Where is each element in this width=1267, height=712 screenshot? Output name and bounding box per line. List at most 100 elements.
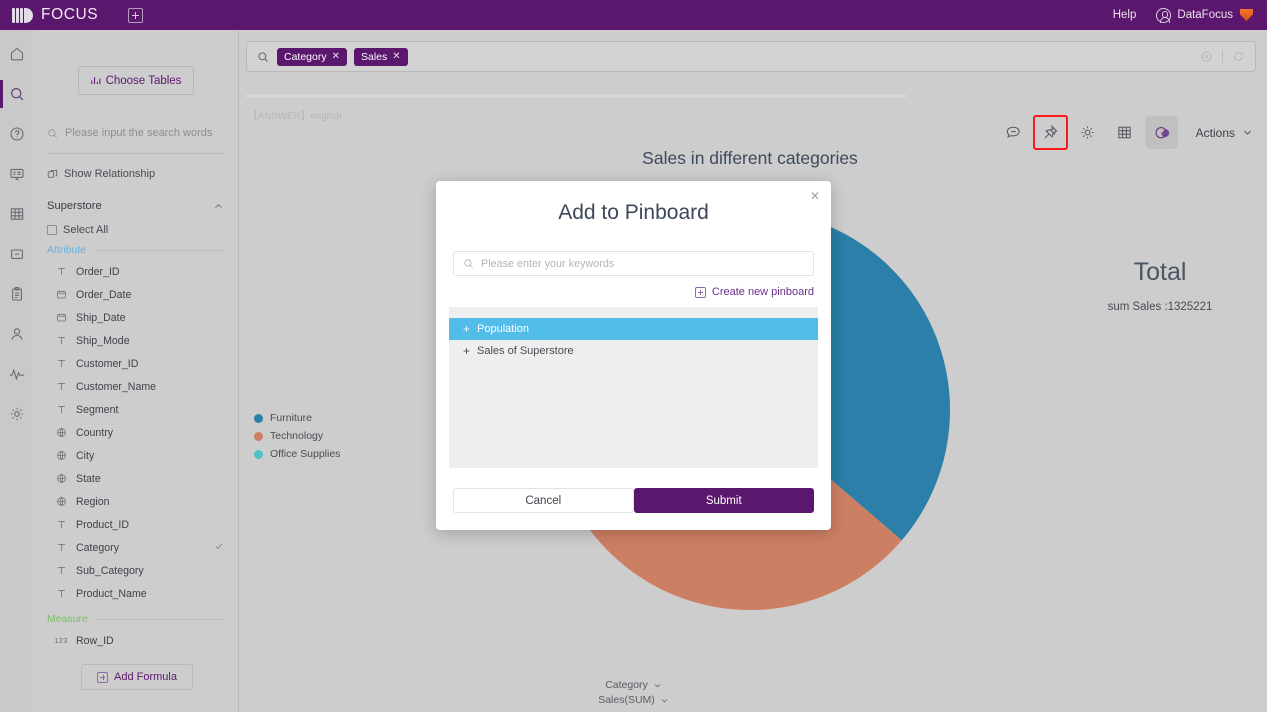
rail-item-tables[interactable]	[0, 200, 33, 228]
gear-icon	[1081, 126, 1094, 139]
chevron-down-icon	[654, 683, 661, 687]
home-icon	[10, 47, 23, 61]
add-formula-button[interactable]: Add Formula	[81, 664, 193, 690]
clipboard-icon	[11, 287, 22, 301]
field-item[interactable]: Ship_Mode	[33, 329, 238, 352]
chevron-down-icon	[661, 698, 668, 702]
minus-box-icon	[10, 249, 23, 259]
question-circle-icon	[9, 127, 24, 141]
field-label: Order_ID	[76, 265, 120, 278]
plus-square-icon[interactable]	[128, 7, 144, 23]
rail-item-tasks[interactable]	[0, 280, 33, 308]
field-item[interactable]: Product_Name	[33, 582, 238, 605]
field-item[interactable]: Ship_Date	[33, 306, 238, 329]
submit-button[interactable]: Submit	[633, 488, 814, 513]
field-item[interactable]: Customer_Name	[33, 375, 238, 398]
field-item[interactable]: Segment	[33, 398, 238, 421]
show-relationship-button[interactable]: Show Relationship	[47, 168, 224, 180]
pinboard-item-label: Population	[477, 323, 530, 335]
legend-item[interactable]: Office Supplies	[254, 448, 340, 460]
legend-color-swatch	[254, 413, 263, 423]
select-all-checkbox[interactable]: Select All	[47, 224, 224, 236]
close-icon[interactable]: ✕	[808, 189, 822, 203]
field-label: Row_ID	[76, 634, 114, 647]
remove-chip-icon[interactable]: ✕	[332, 51, 340, 62]
pinboard-list-item[interactable]: + Sales of Superstore	[449, 340, 818, 362]
pin-tool[interactable]	[1032, 115, 1068, 150]
pinboard-search-input[interactable]: Please enter your keywords	[453, 251, 814, 276]
text-type-icon	[53, 381, 69, 392]
clear-circle-icon[interactable]	[1200, 50, 1213, 63]
chart-settings-tool[interactable]	[1071, 116, 1104, 149]
checkbox-icon	[47, 225, 57, 235]
relationship-icon	[47, 169, 58, 178]
number-type-icon: 123	[54, 636, 68, 645]
divider	[1221, 50, 1223, 63]
rail-item-monitor[interactable]	[0, 360, 33, 388]
table-group-header[interactable]: Superstore	[47, 200, 224, 212]
rail-item-settings[interactable]	[0, 400, 33, 428]
field-item[interactable]: Category	[33, 536, 238, 559]
attribute-group-label: Attribute	[47, 244, 224, 256]
rail-item-help[interactable]	[0, 120, 33, 148]
field-label: Category	[76, 541, 119, 554]
field-item[interactable]: State	[33, 467, 238, 490]
monitor-icon	[9, 168, 24, 180]
rail-item-board[interactable]	[0, 160, 33, 188]
field-item[interactable]: Product_ID	[33, 513, 238, 536]
field-item[interactable]: Order_Date	[33, 283, 238, 306]
axis-selector-measure[interactable]: Sales(SUM)	[598, 694, 669, 706]
field-item[interactable]: Sub_Category	[33, 559, 238, 582]
chart-toolbar: Actions	[997, 115, 1253, 150]
chart-legend: Furniture Technology Office Supplies	[254, 412, 340, 460]
attribute-label: Attribute	[47, 244, 87, 256]
query-chip[interactable]: Category ✕	[277, 47, 347, 66]
actions-dropdown[interactable]: Actions	[1196, 126, 1253, 140]
measure-group-label: Measure	[47, 613, 224, 625]
chart-view-tool[interactable]	[1144, 116, 1178, 149]
text-type-icon	[53, 404, 69, 415]
rail-item-users[interactable]	[0, 320, 33, 348]
chat-icon	[1006, 126, 1020, 138]
rail-item-search[interactable]	[0, 80, 33, 108]
pinboard-list: + Population + Sales of Superstore	[449, 307, 818, 468]
query-chip[interactable]: Sales ✕	[354, 47, 408, 66]
date-type-icon	[53, 312, 69, 323]
rail-item-collapse[interactable]	[0, 240, 33, 268]
field-item[interactable]: City	[33, 444, 238, 467]
legend-item[interactable]: Technology	[254, 430, 340, 442]
pin-icon	[1044, 124, 1058, 139]
legend-item[interactable]: Furniture	[254, 412, 340, 424]
remove-chip-icon[interactable]: ✕	[392, 51, 400, 62]
user-menu[interactable]: DataFocus	[1156, 7, 1253, 23]
rail-item-home[interactable]	[0, 40, 33, 68]
axis-selectors: Category Sales(SUM)	[239, 679, 1028, 706]
add-to-pinboard-dialog: ✕ Add to Pinboard Please enter your keyw…	[436, 181, 831, 530]
axis-selector-category[interactable]: Category	[605, 679, 662, 691]
field-label: Ship_Mode	[76, 334, 130, 347]
query-search-bar[interactable]: Category ✕ Sales ✕	[246, 41, 1256, 72]
text-type-icon	[53, 542, 69, 553]
field-item[interactable]: Region	[33, 490, 238, 513]
field-item[interactable]: 123 Row_ID	[33, 629, 238, 652]
cancel-button[interactable]: Cancel	[453, 488, 634, 513]
field-item[interactable]: Country	[33, 421, 238, 444]
chevron-up-icon	[215, 203, 222, 208]
add-formula-label: Add Formula	[114, 671, 177, 683]
pinboard-list-item[interactable]: + Population	[449, 318, 818, 340]
sidebar-search-input[interactable]: Please input the search words	[47, 121, 224, 145]
gear-icon	[10, 407, 23, 421]
field-item[interactable]: Customer_ID	[33, 352, 238, 375]
create-new-pinboard-button[interactable]: Create new pinboard	[453, 286, 814, 298]
answer-tag: 【ANSWER】english	[248, 111, 342, 122]
top-bar: FOCUS Help DataFocus	[0, 0, 1267, 30]
axis-measure-label: Sales(SUM)	[598, 694, 655, 706]
pie-chart-icon	[1155, 127, 1169, 139]
field-item[interactable]: Order_ID	[33, 260, 238, 283]
legend-color-swatch	[254, 449, 263, 459]
table-view-tool[interactable]	[1108, 116, 1141, 149]
comment-tool[interactable]	[997, 116, 1030, 149]
help-link[interactable]: Help	[1113, 9, 1137, 21]
refresh-icon[interactable]	[1232, 50, 1245, 63]
choose-tables-button[interactable]: Choose Tables	[77, 66, 194, 95]
